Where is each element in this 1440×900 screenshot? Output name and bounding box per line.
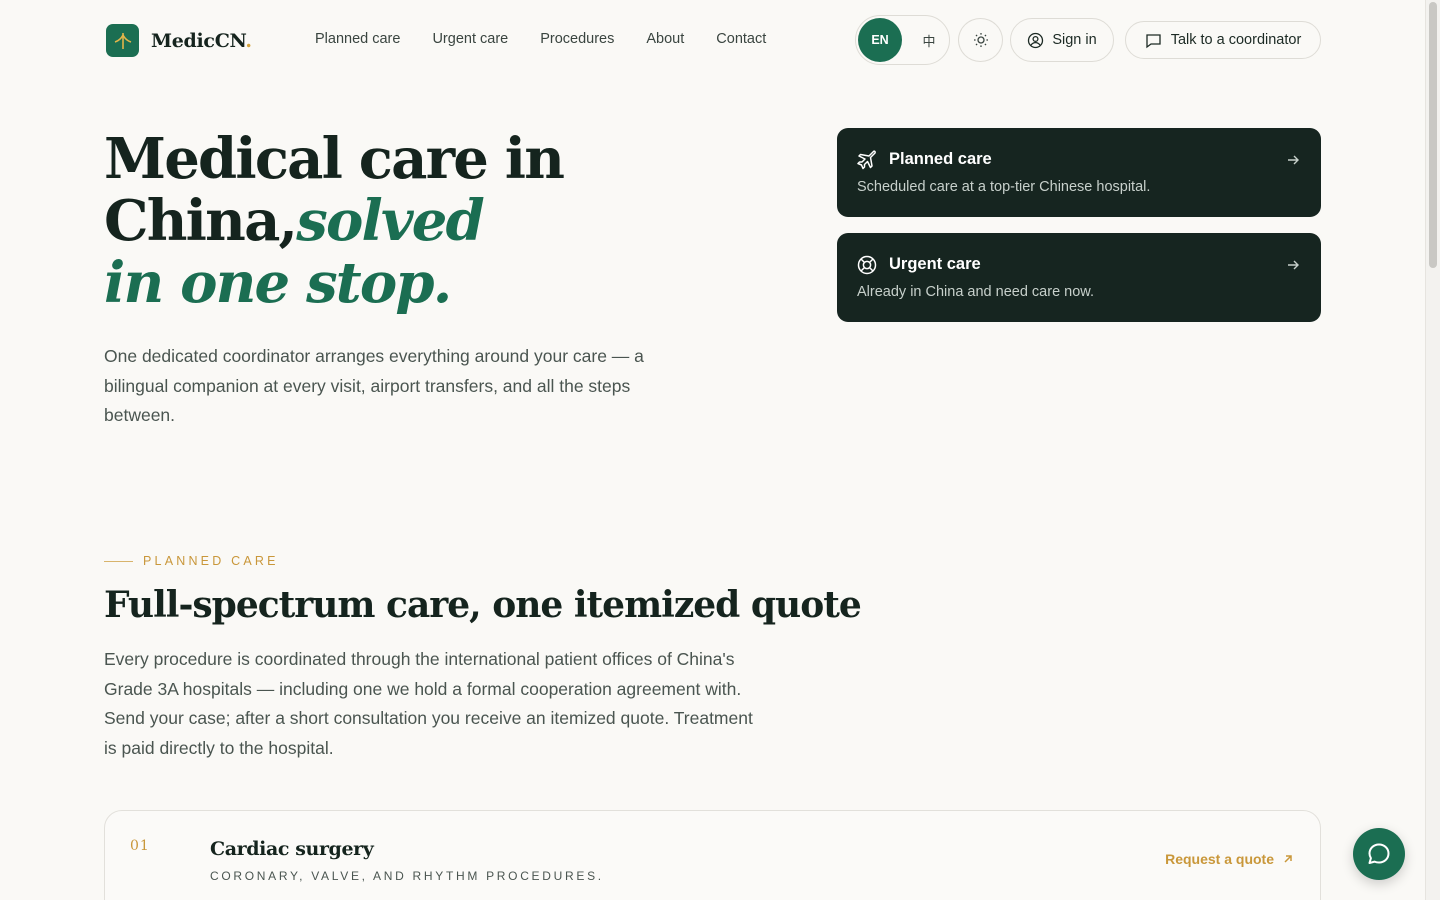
hero-title: Medical care in China,solved in one stop…: [104, 128, 744, 314]
nav-procedures[interactable]: Procedures: [540, 31, 614, 47]
planned-care-card-title: Planned care: [889, 150, 992, 168]
urgent-care-card[interactable]: Urgent care Already in China and need ca…: [837, 233, 1321, 322]
planned-care-card[interactable]: Planned care Scheduled care at a top-tie…: [837, 128, 1321, 217]
site-header: MedicCN. Planned care Urgent care Proced…: [0, 0, 1425, 80]
urgent-care-card-title: Urgent care: [889, 255, 981, 273]
request-quote-link[interactable]: Request a quote: [1165, 851, 1294, 867]
sign-in-label: Sign in: [1052, 32, 1097, 48]
section-eyebrow-label: PLANNED CARE: [143, 554, 279, 568]
nav-planned-care[interactable]: Planned care: [315, 31, 400, 47]
brand-logo[interactable]: MedicCN.: [106, 24, 252, 57]
request-quote-label: Request a quote: [1165, 851, 1274, 867]
planned-care-card-desc: Scheduled care at a top-tier Chinese hos…: [857, 179, 1151, 195]
logo-mark-icon: [106, 24, 139, 57]
lifebuoy-icon: [857, 255, 877, 275]
lang-zh-button[interactable]: 中: [911, 18, 947, 62]
arrow-right-icon: [1288, 260, 1299, 270]
hero-subtitle: One dedicated coordinator arranges every…: [104, 346, 644, 425]
talk-to-coordinator-label: Talk to a coordinator: [1170, 32, 1302, 48]
arrow-right-icon: [1288, 155, 1299, 165]
nav-about[interactable]: About: [646, 31, 684, 47]
nav-contact[interactable]: Contact: [716, 31, 766, 47]
chat-bubble-icon: [1368, 843, 1390, 864]
chat-launcher-button[interactable]: [1353, 828, 1405, 880]
sun-icon: [973, 33, 988, 47]
main-nav: Planned care Urgent care Procedures Abou…: [315, 31, 798, 47]
section-description: Every procedure is coordinated through t…: [104, 649, 753, 758]
procedure-number: 01: [130, 838, 150, 854]
theme-toggle-button[interactable]: [958, 18, 1003, 62]
hero-title-line2: China,: [104, 188, 298, 254]
language-toggle: EN 中: [855, 15, 950, 65]
plane-icon: [857, 150, 876, 170]
section-eyebrow: PLANNED CARE: [104, 554, 279, 568]
hero-title-accent2: in one stop.: [104, 250, 452, 316]
lang-en-button[interactable]: EN: [858, 18, 902, 62]
brand-name: MedicCN.: [151, 29, 252, 52]
scrollbar-thumb[interactable]: [1429, 2, 1437, 268]
sign-in-button[interactable]: Sign in: [1010, 18, 1114, 62]
user-circle-icon: [1028, 32, 1044, 48]
hero-title-accent1: solved: [296, 188, 484, 254]
arrow-up-right-icon: [1284, 855, 1292, 863]
procedure-title: Cardiac surgery: [210, 838, 374, 860]
urgent-care-card-desc: Already in China and need care now.: [857, 284, 1094, 300]
nav-urgent-care[interactable]: Urgent care: [432, 31, 508, 47]
procedure-card-cardiac[interactable]: 01 Cardiac surgery CORONARY, VALVE, AND …: [104, 810, 1321, 900]
page-scrollbar[interactable]: [1425, 0, 1440, 900]
procedure-subtitle: CORONARY, VALVE, AND RHYTHM PROCEDURES.: [210, 869, 604, 883]
talk-to-coordinator-button[interactable]: Talk to a coordinator: [1125, 21, 1321, 59]
eyebrow-divider: [104, 560, 133, 562]
message-square-icon: [1146, 33, 1161, 48]
section-title: Full-spectrum care, one itemized quote: [104, 584, 862, 626]
hero-title-line1: Medical care in: [104, 126, 565, 192]
